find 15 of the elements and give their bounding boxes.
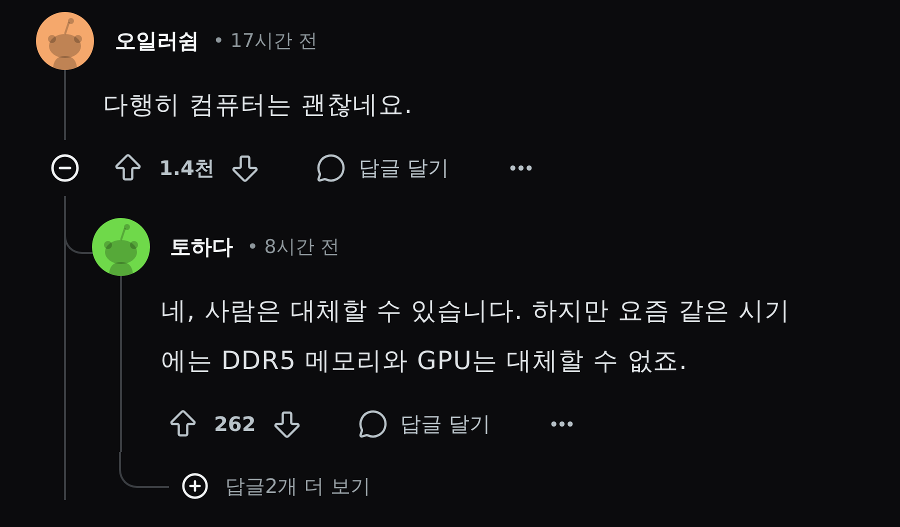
username[interactable]: 오일러쉼 (115, 27, 199, 55)
vote-count: 1.4천 (159, 154, 214, 182)
comment-text: 네, 사람은 대체할 수 있습니다. 하지만 요즘 같은 시기 에는 DDR5 메모리와 GPU는 대체할 수 없죠. (160, 295, 792, 377)
speech-bubble-icon (316, 153, 346, 183)
speech-bubble-icon (358, 409, 388, 439)
username[interactable]: 토하다 (170, 233, 233, 261)
reply-button[interactable]: 답글 달기 (316, 153, 450, 183)
more-replies-link[interactable]: 답글2개 더 보기 (181, 472, 370, 500)
vote-count: 262 (214, 412, 256, 436)
plus-circle-icon (181, 472, 209, 500)
collapse-button[interactable] (50, 153, 80, 183)
timestamp: • 17시간 전 (213, 29, 318, 54)
comment-text: 다행히 컴퓨터는 괜찮네요. (102, 89, 414, 121)
timestamp: • 8시간 전 (247, 235, 340, 260)
reply-button[interactable]: 답글 달기 (358, 409, 490, 439)
